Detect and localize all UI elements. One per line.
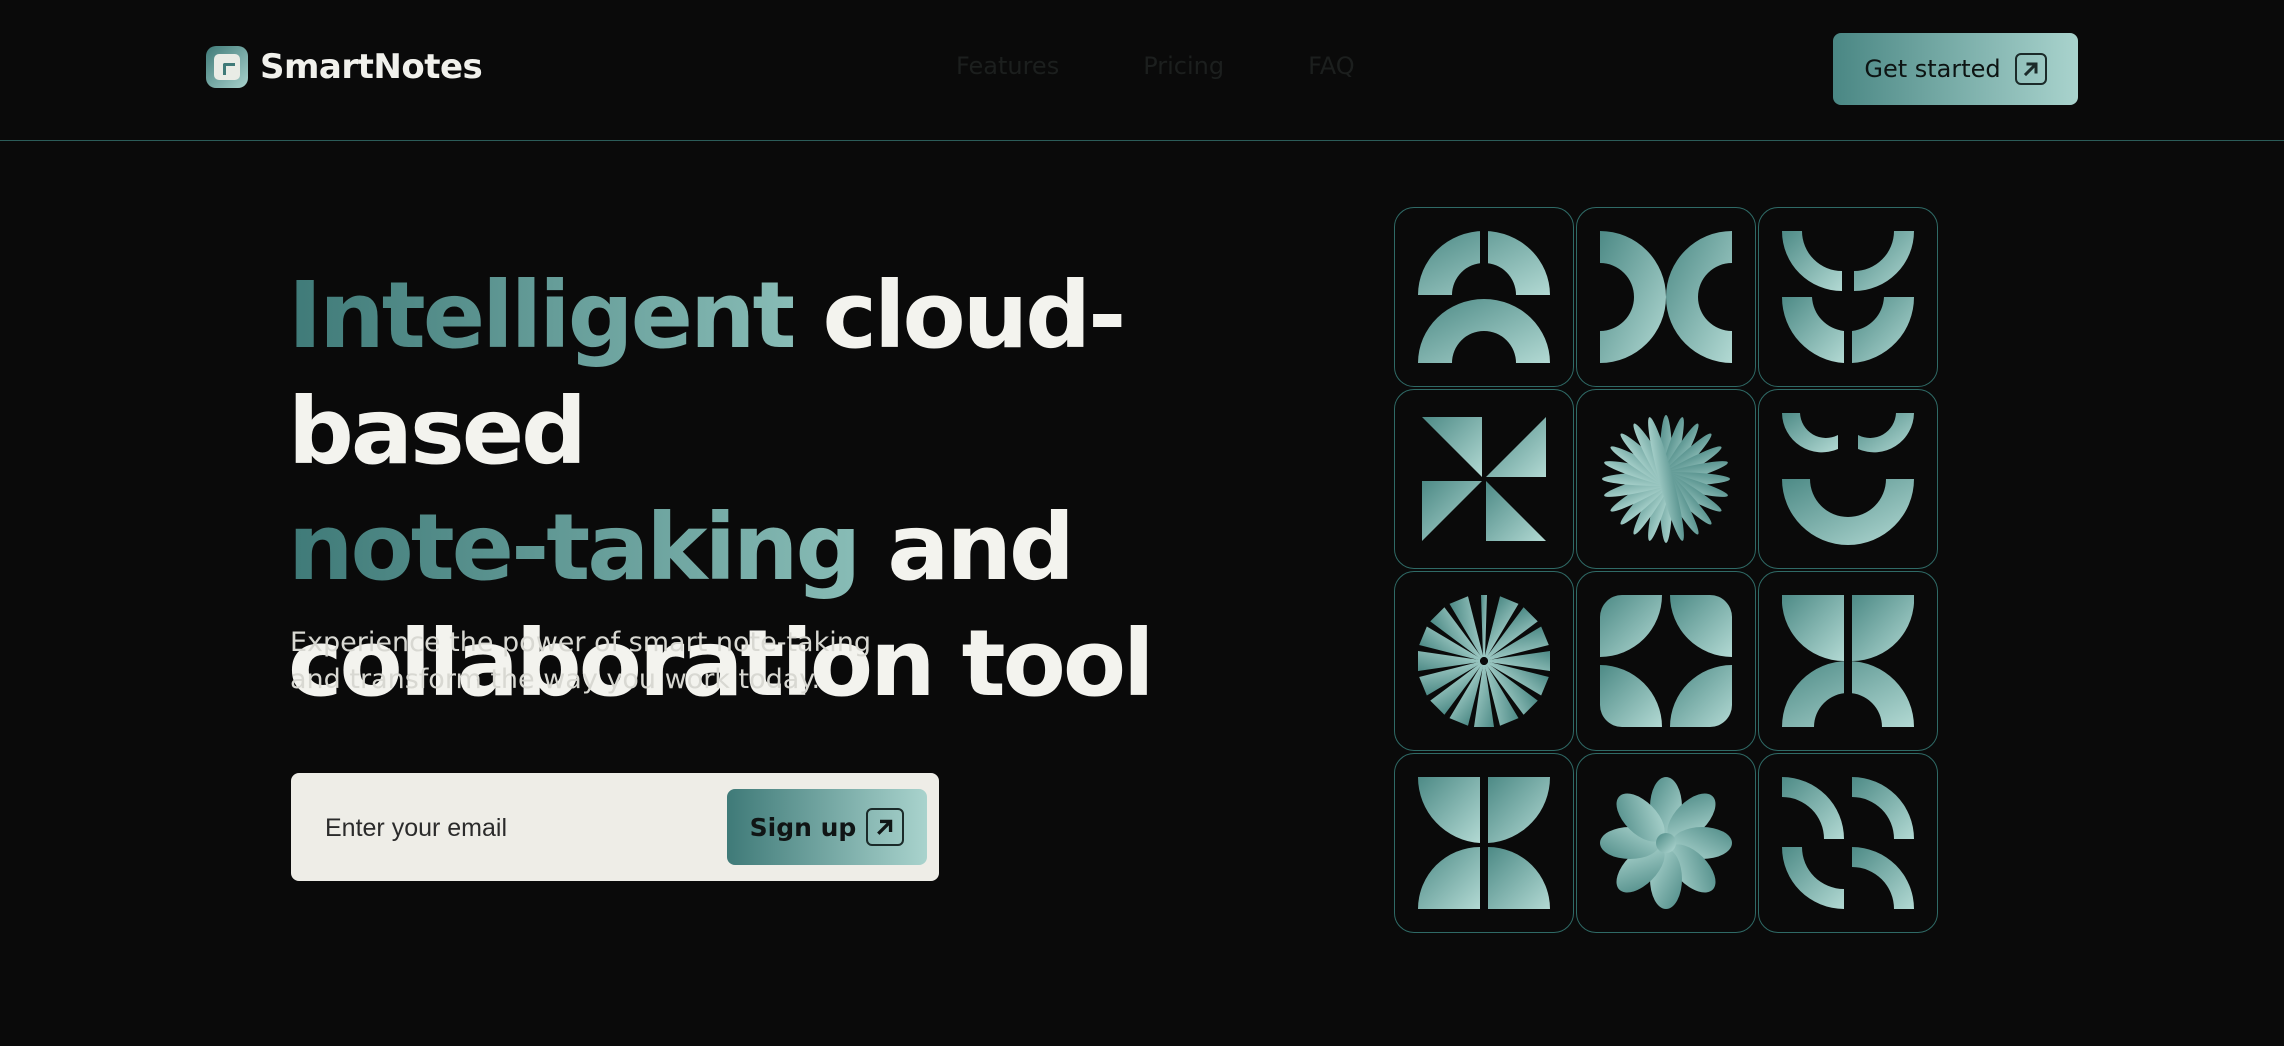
nav-link-features[interactable]: Features — [956, 52, 1059, 80]
nav-link-pricing[interactable]: Pricing — [1143, 52, 1224, 80]
smile-arc-icon — [1758, 389, 1938, 569]
hero-subtext: Experience the power of smart note-takin… — [290, 627, 871, 695]
arrow-up-right-icon — [866, 808, 905, 846]
site-header: SmartNotes Features Pricing FAQ Get star… — [0, 0, 2284, 141]
signup-form: Sign up — [291, 773, 939, 881]
arches-icon — [1394, 207, 1574, 387]
get-started-label: Get started — [1864, 55, 2001, 83]
note-logo-icon — [206, 46, 248, 88]
quarter-petals-icon — [1576, 571, 1756, 751]
sunrays-icon — [1394, 571, 1574, 751]
brackets-icon — [1576, 207, 1756, 387]
get-started-button[interactable]: Get started — [1833, 33, 2078, 105]
email-input[interactable] — [323, 803, 687, 853]
brand-logo[interactable]: SmartNotes — [206, 46, 483, 88]
burst-icon — [1576, 389, 1756, 569]
sign-up-button[interactable]: Sign up — [727, 789, 927, 865]
split-leaves-icon — [1394, 753, 1574, 933]
brand-name: SmartNotes — [260, 47, 483, 87]
main-nav: Features Pricing FAQ — [956, 52, 1355, 80]
sign-up-label: Sign up — [749, 812, 857, 842]
pinwheel-icon — [1394, 389, 1574, 569]
headline-accent-note-taking: note-taking — [288, 494, 861, 601]
spiral-arcs-icon — [1758, 753, 1938, 933]
decorative-tile-grid — [1394, 207, 1938, 933]
headline-accent-intelligent: Intelligent — [288, 262, 796, 369]
leaves-icon — [1758, 207, 1938, 387]
nav-link-faq[interactable]: FAQ — [1308, 52, 1355, 80]
arrow-up-right-icon — [2014, 53, 2047, 85]
flower-icon — [1576, 753, 1756, 933]
crossed-arches-icon — [1758, 571, 1938, 751]
headline-and: and — [858, 494, 1074, 601]
